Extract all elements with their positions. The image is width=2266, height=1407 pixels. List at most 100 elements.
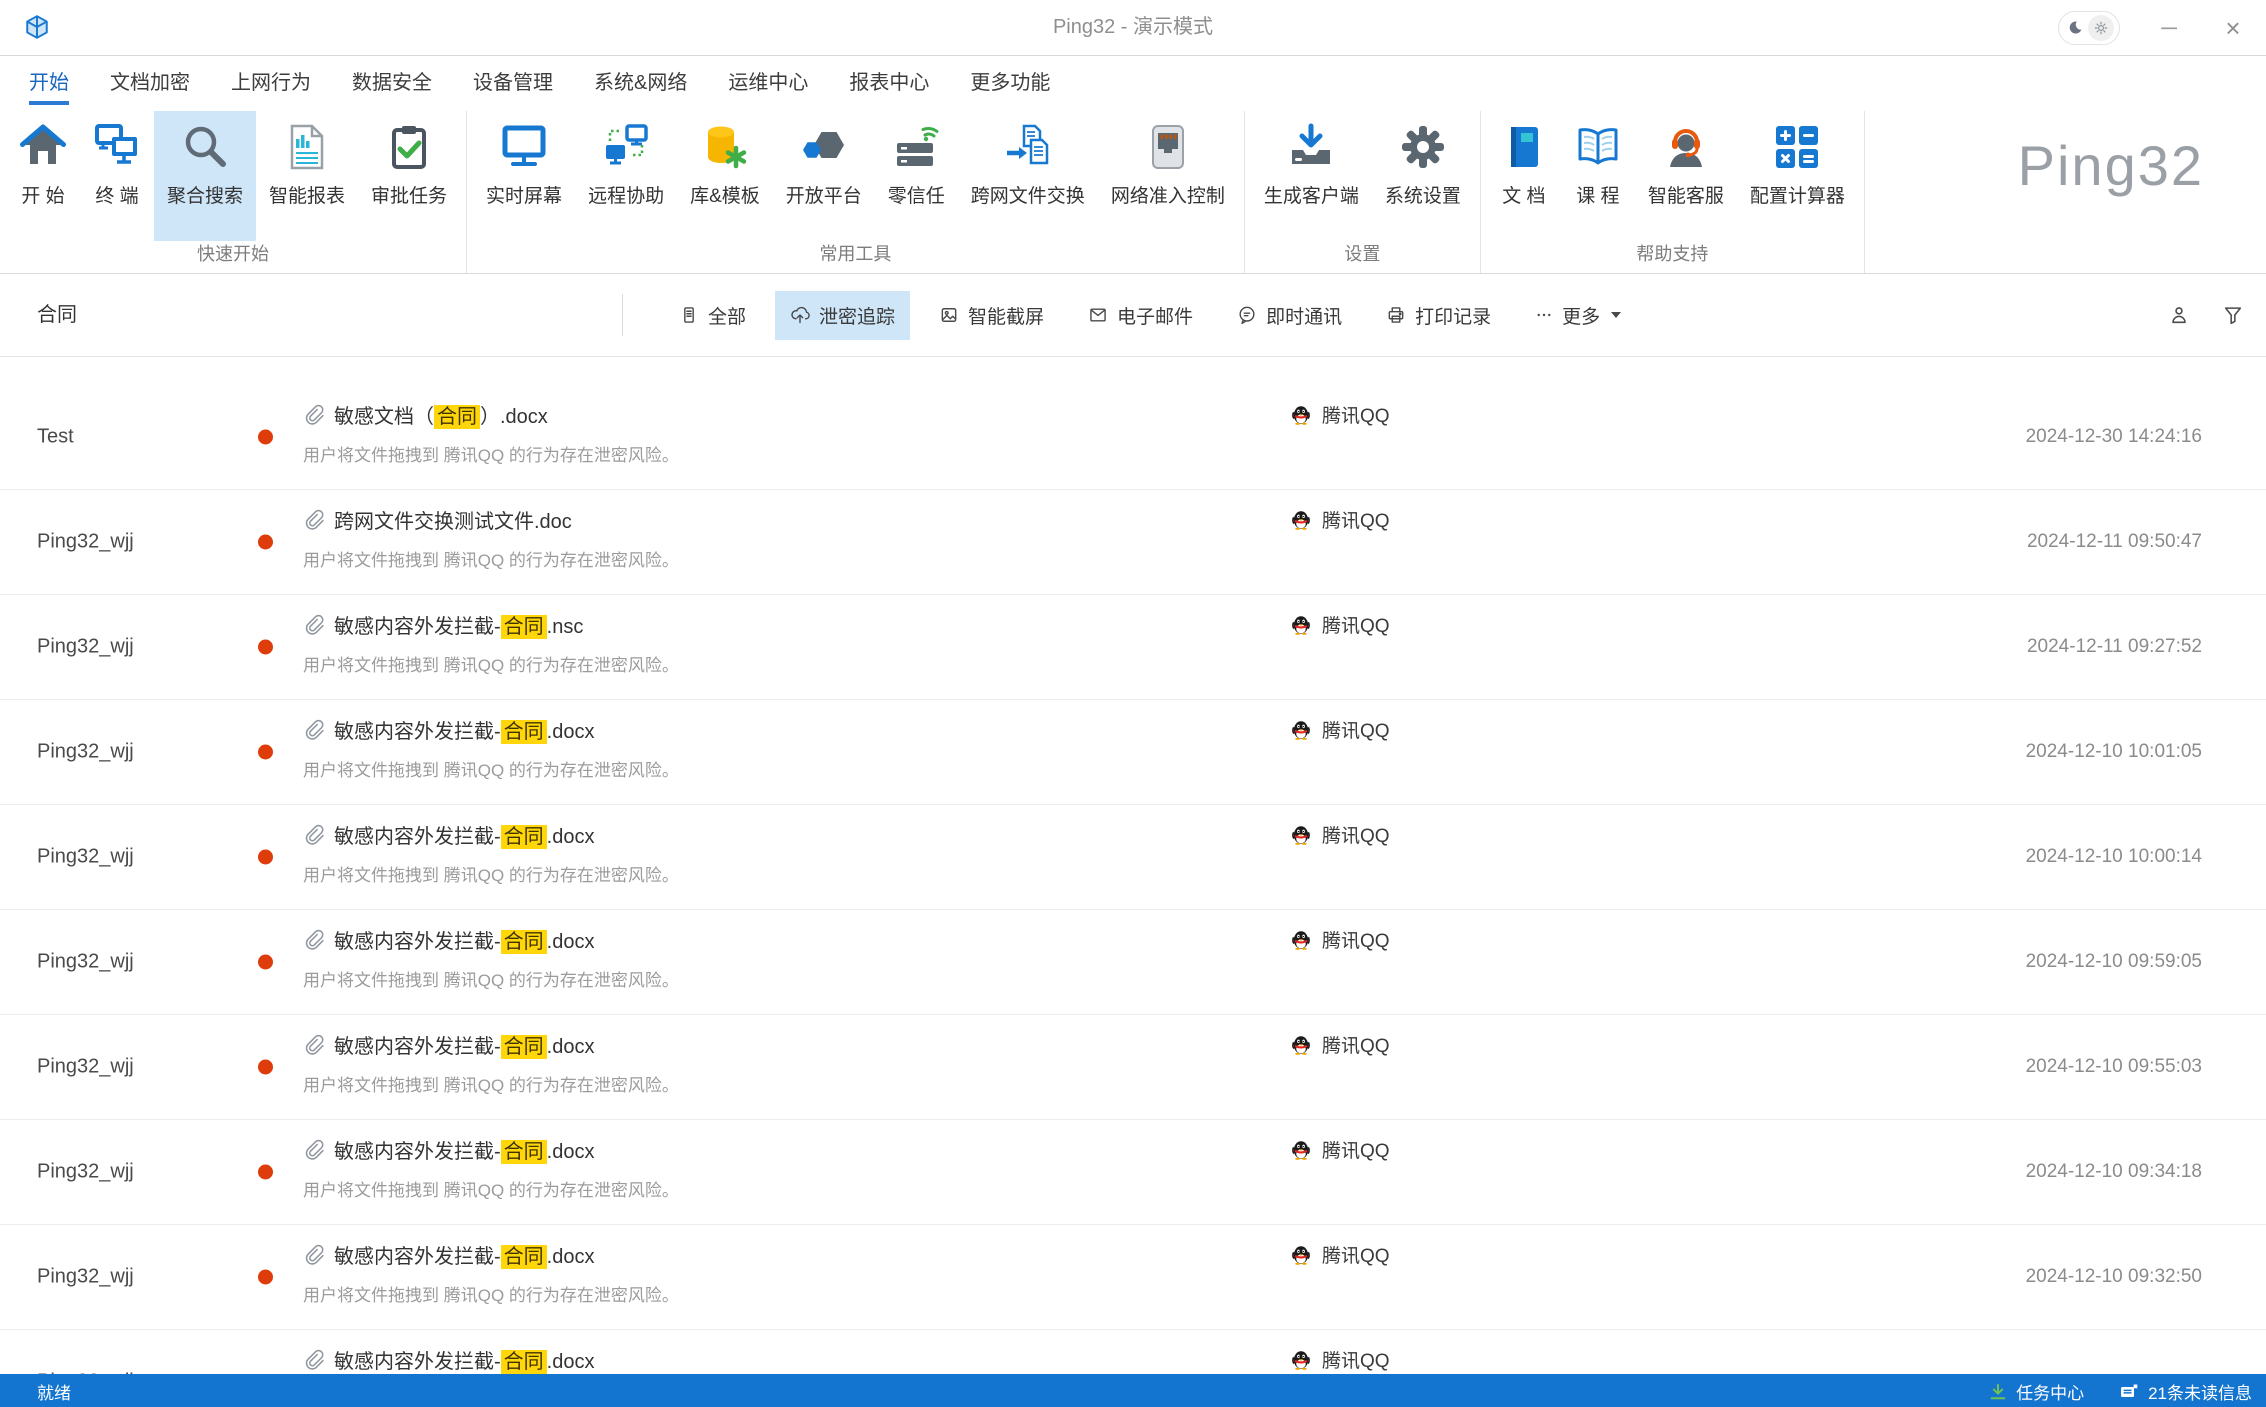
ellipsis-icon <box>1535 306 1553 324</box>
list-item[interactable]: Ping32_wjj 敏感内容外发拦截-合同.nsc 用户将文件拖拽到 腾讯QQ… <box>0 595 2266 700</box>
ribbon-button-cross-network-file-exchange[interactable]: 跨网文件交换 <box>958 111 1098 241</box>
row-name: Ping32_wjj <box>37 1371 134 1375</box>
row-subtitle: 用户将文件拖拽到 腾讯QQ 的行为存在泄密风险。 <box>303 1281 679 1306</box>
minimize-button[interactable]: ─ <box>2154 15 2184 41</box>
list-item[interactable]: Ping32_wjj 敏感内容外发拦截-合同.docx 用户将文件拖拽到 腾讯Q… <box>0 1225 2266 1330</box>
channel: 腾讯QQ <box>1290 611 1390 638</box>
unread-messages-button[interactable]: 21条未读信息 <box>2118 1379 2252 1404</box>
theme-toggle[interactable] <box>2058 11 2120 45</box>
filter-tab-more[interactable]: 更多 <box>1520 291 1636 340</box>
filter-tab-all[interactable]: 全部 <box>664 291 761 340</box>
qq-icon <box>1290 509 1312 531</box>
ribbon-group-label: 常用工具 <box>467 241 1244 273</box>
ribbon-button-open-platform[interactable]: 开放平台 <box>773 111 875 241</box>
list-item[interactable]: Ping32_wjj 敏感内容外发拦截-合同.docx 用户将文件拖拽到 腾讯Q… <box>0 910 2266 1015</box>
menu-tab-home[interactable]: 开始 <box>29 56 69 111</box>
sun-icon <box>2088 15 2114 41</box>
row-name: Ping32_wjj <box>37 1266 134 1289</box>
channel: 腾讯QQ <box>1290 821 1390 848</box>
ribbon-button-realtime-screen[interactable]: 实时屏幕 <box>473 111 575 241</box>
timestamp: 2024-12-10 09:32:50 <box>2026 1266 2202 1288</box>
clipboard-check-icon <box>385 123 433 171</box>
channel: 腾讯QQ <box>1290 1031 1390 1058</box>
filter-button[interactable] <box>2222 304 2244 326</box>
row-name: Ping32_wjj <box>37 531 134 554</box>
user-button[interactable] <box>2168 304 2190 326</box>
channel: 腾讯QQ <box>1290 401 1390 428</box>
qq-icon <box>1290 929 1312 951</box>
menu-tab-internet-behavior[interactable]: 上网行为 <box>231 56 311 111</box>
list-item[interactable]: Test 敏感文档（合同）.docx 用户将文件拖拽到 腾讯QQ 的行为存在泄密… <box>0 385 2266 490</box>
row-name: Test <box>37 426 74 449</box>
ribbon-button-approval-tasks[interactable]: 审批任务 <box>358 111 460 241</box>
divider <box>622 294 623 336</box>
ribbon-button-aggregate-search[interactable]: 聚合搜索 <box>154 111 256 241</box>
monitor-icon <box>500 123 548 171</box>
ribbon-button-smart-support[interactable]: 智能客服 <box>1635 111 1737 241</box>
ribbon-button-docs[interactable]: 文 档 <box>1487 111 1561 241</box>
timestamp: 2024-12-10 09:59:05 <box>2026 951 2202 973</box>
ribbon-group-help-support: 文 档 课 程 <box>1481 111 1865 273</box>
menu-tab-data-security[interactable]: 数据安全 <box>352 56 432 111</box>
qq-icon <box>1290 1244 1312 1266</box>
paperclip-icon <box>303 824 325 846</box>
filter-tab-print-records[interactable]: 打印记录 <box>1371 291 1506 340</box>
ribbon-button-courses[interactable]: 课 程 <box>1561 111 1635 241</box>
list-item[interactable]: Ping32_wjj 敏感内容外发拦截-合同.docx 用户将文件拖拽到 腾讯Q… <box>0 1120 2266 1225</box>
channel-label: 腾讯QQ <box>1322 821 1390 848</box>
list-item[interactable]: Ping32_wjj 敏感内容外发拦截-合同.docx 用户将文件拖拽到 腾讯Q… <box>0 700 2266 805</box>
menu-tab-ops-center[interactable]: 运维中心 <box>728 56 808 111</box>
qq-icon <box>1290 1139 1312 1161</box>
ribbon-button-smart-report[interactable]: 智能报表 <box>256 111 358 241</box>
ribbon-button-generate-client[interactable]: 生成客户端 <box>1251 111 1372 241</box>
ribbon-button-remote-assist[interactable]: 远程协助 <box>575 111 677 241</box>
remote-assist-icon <box>602 123 650 171</box>
menu-bar: 开始 文档加密 上网行为 数据安全 设备管理 系统&网络 运维中心 报表中心 更… <box>0 56 2266 111</box>
list-item[interactable]: Ping32_wjj 敏感内容外发拦截-合同.docx 用户将文件拖拽到 腾讯Q… <box>0 805 2266 910</box>
document-icon <box>679 305 699 325</box>
list-item[interactable]: Ping32_wjj 敏感内容外发拦截-合同.docx 用户将文件拖拽到 腾讯Q… <box>0 1330 2266 1374</box>
menu-tab-system-network[interactable]: 系统&网络 <box>594 56 687 111</box>
filter-tab-email[interactable]: 电子邮件 <box>1073 291 1208 340</box>
menu-tab-more[interactable]: 更多功能 <box>970 56 1050 111</box>
list-item[interactable]: Ping32_wjj 敏感内容外发拦截-合同.docx 用户将文件拖拽到 腾讯Q… <box>0 1015 2266 1120</box>
ribbon-button-library-templates[interactable]: 库&模板 <box>677 111 773 241</box>
ribbon-button-terminals[interactable]: 终 端 <box>80 111 154 241</box>
file-title: 敏感内容外发拦截-合同.docx <box>334 820 594 849</box>
highlight-keyword: 合同 <box>501 1350 547 1374</box>
channel: 腾讯QQ <box>1290 1346 1390 1373</box>
channel-label: 腾讯QQ <box>1322 401 1390 428</box>
task-center-button[interactable]: 任务中心 <box>1988 1379 2084 1404</box>
ribbon-button-start[interactable]: 开 始 <box>6 111 80 241</box>
close-button[interactable]: × <box>2218 15 2248 41</box>
severity-dot <box>258 430 273 445</box>
menu-tab-report-center[interactable]: 报表中心 <box>849 56 929 111</box>
severity-dot <box>258 745 273 760</box>
ribbon-group-quick-start: 开 始 终 端 聚 <box>0 111 467 273</box>
download-icon <box>1287 123 1335 171</box>
severity-dot <box>258 850 273 865</box>
filter-tab-smart-screenshot[interactable]: 智能截屏 <box>924 291 1059 340</box>
menu-tab-doc-encryption[interactable]: 文档加密 <box>110 56 190 111</box>
filter-tab-leak-trace[interactable]: 泄密追踪 <box>775 291 910 340</box>
ribbon-button-config-calculator[interactable]: 配置计算器 <box>1737 111 1858 241</box>
file-title: 敏感文档（合同）.docx <box>334 400 548 429</box>
ribbon-button-system-settings[interactable]: 系统设置 <box>1372 111 1474 241</box>
timestamp: 2024-12-11 09:50:47 <box>2027 531 2202 553</box>
ribbon-button-zero-trust[interactable]: 零信任 <box>875 111 958 241</box>
channel-label: 腾讯QQ <box>1322 1346 1390 1373</box>
filter-bar: 合同 全部 泄密追踪 智能截屏 <box>0 274 2266 357</box>
list-item[interactable]: Ping32_wjj 跨网文件交换测试文件.doc 用户将文件拖拽到 腾讯QQ … <box>0 490 2266 595</box>
menu-tab-device-management[interactable]: 设备管理 <box>473 56 553 111</box>
channel-label: 腾讯QQ <box>1322 1136 1390 1163</box>
filter-tab-im[interactable]: 即时通讯 <box>1222 291 1357 340</box>
paperclip-icon <box>303 509 325 531</box>
file-title: 敏感内容外发拦截-合同.docx <box>334 1240 594 1269</box>
status-bar: 就绪 任务中心 21条未读信息 <box>0 1374 2266 1407</box>
ribbon-button-network-access-control[interactable]: 网络准入控制 <box>1098 111 1238 241</box>
timestamp: 2024-12-10 10:00:14 <box>2026 846 2202 868</box>
calculator-icon <box>1773 123 1821 171</box>
row-subtitle: 用户将文件拖拽到 腾讯QQ 的行为存在泄密风险。 <box>303 1176 679 1201</box>
channel-label: 腾讯QQ <box>1322 506 1390 533</box>
highlight-keyword: 合同 <box>501 825 547 849</box>
